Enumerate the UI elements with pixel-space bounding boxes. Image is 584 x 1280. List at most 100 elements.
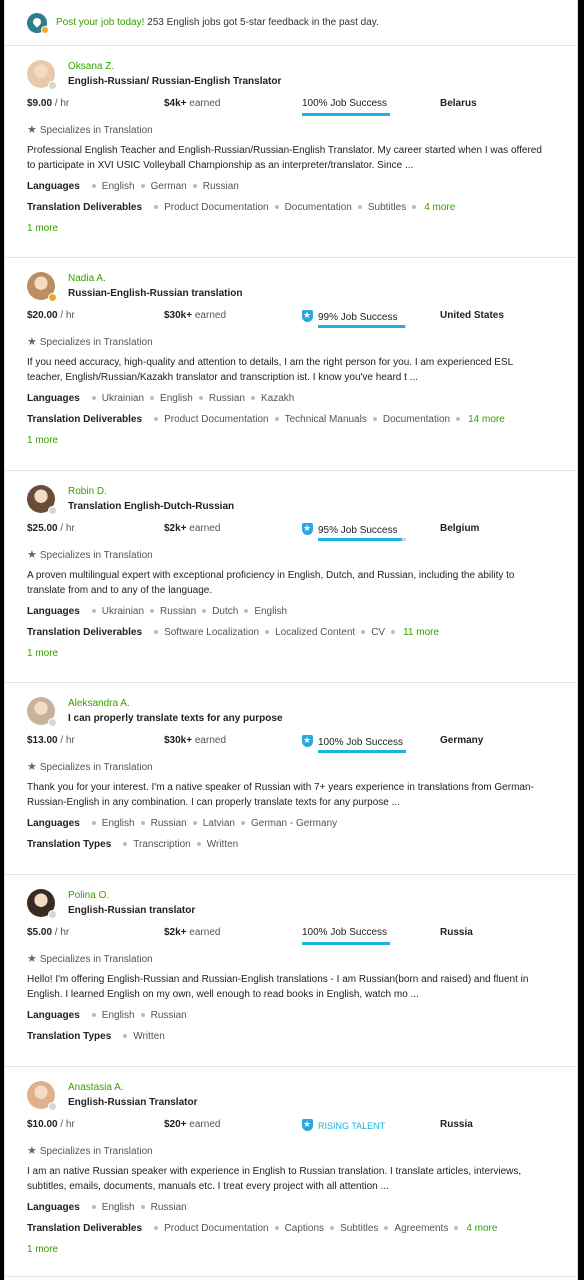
language-item: Russian [202, 181, 239, 192]
freelancer-title: English-Russian translator [68, 905, 196, 916]
earnings: $30k+ earned [164, 735, 226, 746]
separator-dot [91, 820, 96, 825]
one-more-link[interactable]: 1 more [27, 435, 577, 449]
country: Russia [440, 1119, 473, 1130]
star-icon: ★ [27, 336, 37, 348]
hourly-rate: $10.00 / hr [27, 1119, 75, 1130]
specialization: ★ Specializes in Translation [27, 123, 577, 137]
job-success-fill [302, 113, 390, 116]
separator-dot [412, 204, 417, 209]
one-more-link[interactable]: 1 more [27, 648, 577, 662]
rate-unit: / hr [57, 735, 75, 746]
status-indicator [48, 1102, 57, 1111]
one-more-link[interactable]: 1 more [27, 1244, 577, 1258]
country: Belarus [440, 98, 477, 109]
separator-dot [391, 629, 396, 634]
language-item: Ukrainian [101, 393, 145, 404]
avatar[interactable] [27, 1081, 57, 1111]
deliverables-row: Translation Deliverables Product Document… [27, 1223, 577, 1236]
deliverables-label: Translation Deliverables [27, 202, 143, 213]
rate-value: $10.00 [27, 1119, 58, 1130]
separator-dot [91, 395, 96, 400]
language-item: Russian [150, 818, 187, 829]
top-rated-icon [302, 734, 313, 747]
freelancer-card[interactable]: Nadia A. Russian-English-Russian translat… [5, 258, 577, 471]
avatar[interactable] [27, 272, 57, 302]
earnings: $20+ earned [164, 1119, 220, 1130]
separator-dot [154, 629, 159, 634]
star-icon: ★ [27, 124, 37, 136]
rate-value: $25.00 [27, 523, 58, 534]
freelancer-card[interactable]: Polina O. English-Russian translator $5.00… [5, 875, 577, 1067]
earned-value: $2k+ [164, 927, 187, 938]
rate-value: $20.00 [27, 310, 58, 321]
separator-dot [91, 608, 96, 613]
rate-unit: / hr [52, 927, 70, 938]
separator-dot [123, 841, 128, 846]
separator-dot [150, 608, 155, 613]
job-success-bar [318, 750, 406, 753]
earned-label: earned [186, 927, 221, 938]
freelancer-name[interactable]: Nadia A. [68, 273, 242, 284]
more-deliverables-link[interactable]: 14 more [468, 414, 505, 425]
deliverables-label: Translation Deliverables [27, 627, 143, 638]
more-deliverables-link[interactable]: 11 more [403, 627, 439, 638]
job-success-bar [302, 113, 390, 116]
rate-value: $5.00 [27, 927, 53, 938]
card-header: Nadia A. Russian-English-Russian translat… [27, 272, 577, 308]
freelancer-card[interactable]: Aleksandra A. I can properly translate te… [5, 683, 577, 875]
deliverables-label: Translation Deliverables [27, 414, 143, 425]
avatar[interactable] [27, 485, 57, 515]
separator-dot [91, 183, 96, 188]
deliverable-item: Written [133, 1031, 165, 1042]
freelancer-card[interactable]: Oksana Z. English-Russian/ Russian-Englis… [5, 46, 577, 258]
earned-value: $4k+ [164, 98, 187, 109]
language-item: Russian [160, 606, 197, 617]
deliverables-row: Translation Types Transcription Written [27, 839, 577, 852]
specialization-label: Specializes in Translation [39, 954, 153, 965]
avatar[interactable] [27, 697, 57, 727]
post-job-banner[interactable]: Post your job today! 253 English jobs go… [5, 0, 577, 46]
separator-dot [251, 395, 255, 400]
language-item: Russian [150, 1010, 187, 1021]
freelancer-name[interactable]: Oksana Z. [68, 61, 281, 72]
freelancer-name[interactable]: Robin D. [68, 486, 234, 497]
job-success-bar [302, 942, 390, 945]
status-indicator [48, 293, 57, 302]
more-deliverables-link[interactable]: 4 more [466, 1223, 497, 1234]
freelancer-card[interactable]: Anastasia A. English-Russian Translator $1… [5, 1067, 577, 1277]
freelancer-card[interactable]: Robin D. Translation English-Dutch-Russia… [5, 471, 577, 683]
deliverable-item: Technical Manuals [284, 414, 367, 425]
specialization: ★ Specializes in Translation [27, 548, 577, 562]
deliverables-label: Translation Types [27, 1031, 112, 1042]
name-block: Polina O. English-Russian translator [68, 889, 195, 916]
avatar[interactable] [27, 60, 57, 90]
hourly-rate: $9.00 / hr [27, 98, 69, 109]
earned-value: $20+ [164, 1119, 187, 1130]
specialization-label: Specializes in Translation [39, 1146, 153, 1157]
deliverables-label: Translation Deliverables [27, 1223, 143, 1234]
rate-unit: / hr [57, 310, 75, 321]
earned-label: earned [192, 735, 227, 746]
avatar[interactable] [27, 889, 57, 919]
name-block: Nadia A. Russian-English-Russian translat… [68, 272, 242, 299]
languages-label: Languages [27, 818, 80, 829]
freelancer-name[interactable]: Polina O. [68, 890, 195, 901]
deliverable-item: Agreements [394, 1223, 449, 1234]
more-deliverables-link[interactable]: 4 more [424, 202, 455, 213]
separator-dot [454, 1225, 459, 1230]
freelancer-name[interactable]: Aleksandra A. [68, 698, 283, 709]
job-success-label: 100% Job Success [318, 737, 404, 748]
freelancer-name[interactable]: Anastasia A. [68, 1082, 197, 1093]
specialization-label: Specializes in Translation [39, 125, 153, 136]
rate-unit: / hr [52, 98, 70, 109]
separator-dot [357, 204, 362, 209]
earnings: $2k+ earned [164, 523, 220, 534]
one-more-link[interactable]: 1 more [27, 223, 577, 237]
freelancer-list: Oksana Z. English-Russian/ Russian-Englis… [5, 46, 577, 1277]
earned-value: $2k+ [164, 523, 187, 534]
separator-dot [140, 1012, 145, 1017]
country: Russia [440, 927, 473, 938]
specialization: ★ Specializes in Translation [27, 760, 577, 774]
post-job-link[interactable]: Post your job today! [56, 17, 144, 28]
